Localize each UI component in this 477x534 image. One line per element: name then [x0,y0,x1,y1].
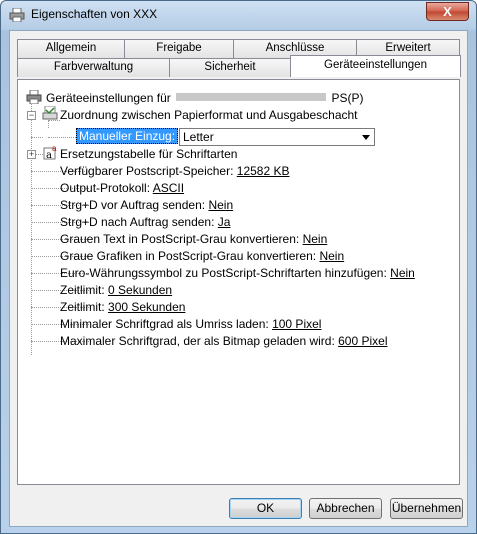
setting-value[interactable]: Nein [319,249,344,263]
setting-min-outline-size[interactable]: Minimaler Schriftgrad als Umriss laden: … [60,316,321,333]
setting-value[interactable]: 300 Sekunden [108,300,185,314]
collapse-toggle[interactable]: − [27,111,36,120]
redacted-printer-name [176,93,327,101]
setting-ctrl-d-before[interactable]: Strg+D vor Auftrag senden: Nein [60,197,233,214]
close-button[interactable]: X [426,2,469,21]
ok-button[interactable]: OK [229,498,302,519]
setting-label: Verfügbarer Postscript-Speicher: [60,164,234,178]
tree-line [48,120,49,128]
tab-label: Allgemein [45,42,97,54]
tab-label: Anschlüsse [265,42,325,54]
setting-label: Grauen Text in PostScript-Grau konvertie… [60,232,300,246]
tree-line [48,120,60,121]
setting-label: Maximaler Schriftgrad, der als Bitmap ge… [60,334,335,348]
printer-icon [26,90,42,104]
tree-line [31,103,32,355]
setting-value[interactable]: 100 Pixel [272,317,321,331]
tab-label: Farbverwaltung [53,61,134,73]
setting-label: Zeitlimit: [60,283,105,297]
svg-text:a: a [52,144,57,153]
root-label-suffix: PS(P) [331,91,364,105]
setting-max-bitmap-size[interactable]: Maximaler Schriftgrad, der als Bitmap ge… [60,333,388,350]
tab-geraeteeinstellungen[interactable]: Geräteeinstellungen [290,55,461,77]
setting-gray-graphics[interactable]: Graue Grafiken in PostScript-Grau konver… [60,248,344,265]
properties-window: Eigenschaften von XXX X Allgemein Freiga… [0,0,477,534]
tree-root[interactable]: Geräteeinstellungen für PS(P) [46,90,363,107]
tab-sicherheit[interactable]: Sicherheit [169,58,291,77]
setting-value[interactable]: Nein [208,198,233,212]
setting-label: Minimaler Schriftgrad als Umriss laden: [60,317,269,331]
setting-value[interactable]: Nein [303,232,328,246]
tray-icon [42,106,58,120]
setting-ctrl-d-after[interactable]: Strg+D nach Auftrag senden: Ja [60,214,230,231]
expand-toggle[interactable]: + [27,150,36,159]
setting-gray-text[interactable]: Grauen Text in PostScript-Grau konvertie… [60,231,327,248]
dialog-client: Allgemein Freigabe Anschlüsse Erweitert … [9,30,468,527]
manual-feed-value: Letter [183,130,214,144]
chevron-down-icon [362,135,370,140]
close-icon: X [443,4,452,19]
setting-label: Strg+D nach Auftrag senden: [60,215,215,229]
tree-line [31,137,43,138]
setting-value[interactable]: 600 Pixel [338,334,387,348]
setting-value[interactable]: 12582 KB [237,164,290,178]
device-settings-panel: Geräteeinstellungen für PS(P) − Zuordnun… [17,79,460,485]
printer-icon [9,8,25,22]
setting-euro-symbol[interactable]: Euro-Währungssymbol zu PostScript-Schrif… [60,265,415,282]
setting-value[interactable]: 0 Sekunden [108,283,172,297]
setting-label: Graue Grafiken in PostScript-Grau konver… [60,249,317,263]
title-bar[interactable]: Eigenschaften von XXX X [1,1,476,29]
manual-feed-select[interactable]: Letter [179,128,375,146]
tab-label: Geräteeinstellungen [324,59,427,71]
setting-value[interactable]: ASCII [153,181,184,195]
tab-allgemein[interactable]: Allgemein [17,39,125,58]
paper-mapping-node[interactable]: Zuordnung zwischen Papierformat und Ausg… [60,107,358,124]
tab-label: Sicherheit [204,61,256,73]
setting-value[interactable]: Ja [218,215,231,229]
font-substitution-label: Ersetzungstabelle für Schriftarten [60,147,238,161]
font-icon: a a [43,144,57,160]
paper-mapping-label: Zuordnung zwischen Papierformat und Ausg… [60,108,358,122]
setting-timeout-wait[interactable]: Zeitlimit: 300 Sekunden [60,299,185,316]
tab-farbverwaltung[interactable]: Farbverwaltung [17,58,170,77]
font-substitution-node[interactable]: Ersetzungstabelle für Schriftarten [60,146,237,163]
setting-label: Output-Protokoll: [60,181,151,195]
window-title: Eigenschaften von XXX [31,7,158,21]
manual-feed-label[interactable]: Manueller Einzug: [76,128,179,144]
setting-output-protocol[interactable]: Output-Protokoll: ASCII [60,180,184,197]
apply-button[interactable]: Übernehmen [390,498,463,519]
cancel-button[interactable]: Abbrechen [309,498,382,519]
tab-label: Freigabe [156,42,202,54]
setting-label: Zeitlimit: [60,300,105,314]
setting-postscript-memory[interactable]: Verfügbarer Postscript-Speicher: 12582 K… [60,163,289,180]
tab-label: Erweitert [385,42,431,54]
setting-timeout-job[interactable]: Zeitlimit: 0 Sekunden [60,282,172,299]
settings-tree[interactable]: Geräteeinstellungen für PS(P) − Zuordnun… [26,90,456,480]
tab-freigabe[interactable]: Freigabe [124,39,234,58]
setting-value[interactable]: Nein [390,266,415,280]
setting-label: Euro-Währungssymbol zu PostScript-Schrif… [60,266,387,280]
root-label-prefix: Geräteeinstellungen für [46,91,171,105]
setting-label: Strg+D vor Auftrag senden: [60,198,206,212]
